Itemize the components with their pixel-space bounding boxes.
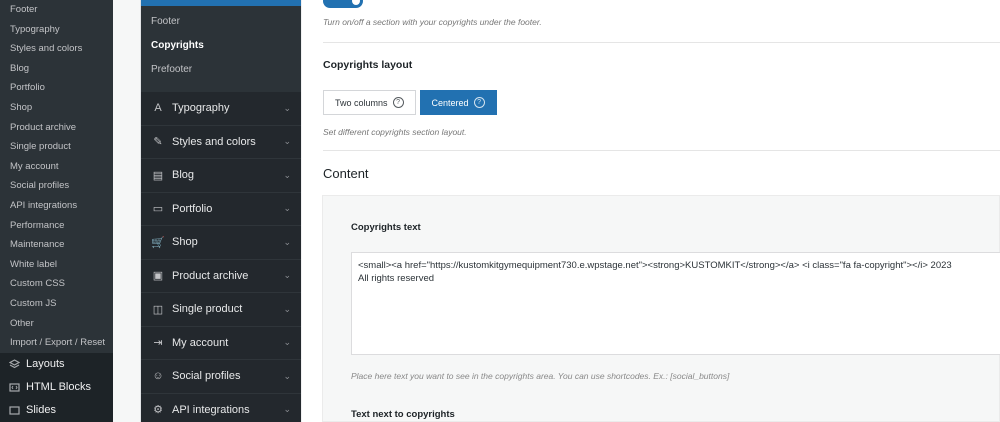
wp-sub-item[interactable]: White label: [0, 255, 113, 275]
chevron-down-icon[interactable]: ⌄: [283, 237, 291, 248]
chevron-down-icon[interactable]: ⌄: [283, 170, 291, 181]
layout-selector: Two columns ? Centered ?: [323, 90, 497, 115]
panel-item-label: API integrations: [172, 403, 250, 416]
theme-settings-panel: Footer Copyrights Prefooter A Typography ⌄…: [141, 0, 301, 422]
copyrights-text-label: Copyrights text: [351, 222, 421, 233]
briefcase-icon: ▭: [152, 203, 164, 216]
wp-sub-item[interactable]: Footer: [0, 0, 113, 20]
wp-sub-item[interactable]: Portfolio: [0, 78, 113, 98]
panel-item-product-archive[interactable]: ▣ Product archive ⌄: [141, 260, 301, 293]
textarea-line: All rights reserved: [358, 273, 435, 284]
panel-item-single-product[interactable]: ◫ Single product ⌄: [141, 293, 301, 327]
wp-sub-item[interactable]: Maintenance: [0, 235, 113, 255]
bag-icon: ◫: [152, 303, 164, 316]
wp-sub-item[interactable]: Import / Export / Reset: [0, 333, 113, 353]
chevron-down-icon[interactable]: ⌄: [283, 270, 291, 281]
html-blocks-icon: [8, 381, 20, 393]
panel-sub-item-prefooter[interactable]: Prefooter: [141, 58, 301, 82]
option-label: Centered: [431, 97, 469, 108]
content-heading: Content: [323, 166, 369, 181]
panel-item-api-integrations[interactable]: ⚙ API integrations ⌄: [141, 394, 301, 422]
wp-sub-item[interactable]: Performance: [0, 216, 113, 236]
copyrights-layout-title: Copyrights layout: [323, 59, 413, 71]
panel-item-label: Social profiles: [172, 370, 241, 383]
panel-item-typography[interactable]: A Typography ⌄: [141, 92, 301, 126]
archive-icon: ▣: [152, 270, 164, 283]
wp-menu-label: Slides: [26, 404, 56, 417]
wp-menu-slides[interactable]: Slides: [0, 399, 113, 422]
layout-option-two-columns[interactable]: Two columns ?: [323, 90, 416, 115]
panel-item-label: Shop: [172, 236, 198, 249]
wp-menu-html-blocks[interactable]: HTML Blocks: [0, 376, 113, 399]
wp-sub-item[interactable]: Blog: [0, 59, 113, 79]
layouts-icon: [8, 358, 20, 370]
wp-admin-sidebar: Footer Typography Styles and colors Blog…: [0, 0, 113, 422]
panel-item-label: Blog: [172, 169, 195, 182]
wp-sub-item[interactable]: My account: [0, 157, 113, 177]
account-icon: ⇥: [153, 337, 163, 350]
help-icon[interactable]: ?: [473, 97, 485, 108]
option-label: Two columns: [335, 97, 388, 108]
active-section-accent: [141, 0, 301, 6]
panel-item-social-profiles[interactable]: ☺ Social profiles ⌄: [141, 360, 301, 394]
slides-icon: [8, 404, 20, 416]
layout-description: Set different copyrights section layout.: [323, 127, 467, 137]
wp-sub-item[interactable]: Custom CSS: [0, 274, 113, 294]
wp-menu-layouts[interactable]: Layouts: [0, 353, 113, 376]
settings-content: Turn on/off a section with your copyrigh…: [302, 0, 1000, 422]
panel-item-label: My account: [172, 336, 229, 349]
panel-item-label: Typography: [172, 102, 230, 115]
help-icon[interactable]: ?: [392, 97, 404, 108]
wp-sub-item[interactable]: API integrations: [0, 196, 113, 216]
panel-sub-item-footer[interactable]: Footer: [141, 10, 301, 34]
wp-theme-submenu: Footer Typography Styles and colors Blog…: [0, 0, 113, 353]
toggle-description: Turn on/off a section with your copyrigh…: [323, 17, 542, 27]
copyrights-text-description: Place here text you want to see in the c…: [351, 371, 730, 381]
wp-menu-label: HTML Blocks: [26, 381, 91, 394]
panel-item-label: Portfolio: [172, 202, 213, 215]
chevron-down-icon[interactable]: ⌄: [283, 371, 291, 382]
panel-item-label: Product archive: [172, 269, 249, 282]
panel-item-portfolio[interactable]: ▭ Portfolio ⌄: [141, 193, 301, 226]
panel-item-label: Single product: [172, 303, 243, 316]
blog-icon: ▤: [152, 169, 164, 182]
sidebar-gutter: [113, 0, 141, 422]
panel-item-shop[interactable]: 🛒 Shop ⌄: [141, 226, 301, 260]
content-box: Copyrights text <small><a href="https://…: [322, 195, 1000, 422]
text-next-to-copyrights-label: Text next to copyrights: [351, 409, 455, 420]
chevron-down-icon[interactable]: ⌄: [283, 304, 291, 315]
panel-item-my-account[interactable]: ⇥ My account ⌄: [141, 327, 301, 360]
chevron-down-icon[interactable]: ⌄: [283, 136, 291, 147]
wp-sub-item[interactable]: Styles and colors: [0, 39, 113, 59]
copyrights-toggle[interactable]: [323, 0, 363, 8]
divider: [323, 42, 1000, 43]
footer-submenu: Footer Copyrights Prefooter: [141, 0, 301, 92]
wp-menu-label: Layouts: [26, 358, 65, 371]
panel-sub-item-copyrights[interactable]: Copyrights: [141, 34, 301, 58]
wp-sub-item[interactable]: Custom JS: [0, 294, 113, 314]
textarea-line: <small><a href="https://kustomkitgymequi…: [358, 260, 952, 271]
chevron-down-icon[interactable]: ⌄: [283, 203, 291, 214]
copyrights-text-input[interactable]: <small><a href="https://kustomkitgymequi…: [351, 252, 1000, 355]
chevron-down-icon[interactable]: ⌄: [283, 404, 291, 415]
layout-option-centered[interactable]: Centered ?: [419, 90, 497, 115]
wp-sub-item[interactable]: Shop: [0, 98, 113, 118]
wp-sub-item[interactable]: Typography: [0, 20, 113, 40]
social-icon: ☺: [152, 370, 164, 383]
typography-icon: A: [154, 102, 162, 115]
gear-icon: ⚙: [153, 404, 163, 417]
chevron-down-icon[interactable]: ⌄: [283, 103, 291, 114]
wp-sub-item[interactable]: Single product: [0, 137, 113, 157]
chevron-down-icon[interactable]: ⌄: [283, 337, 291, 348]
wp-sub-item[interactable]: Product archive: [0, 118, 113, 138]
panel-item-label: Styles and colors: [172, 135, 256, 148]
cart-icon: 🛒: [151, 236, 165, 249]
divider: [323, 150, 1000, 151]
brush-icon: ✎: [153, 136, 163, 149]
panel-item-styles-and-colors[interactable]: ✎ Styles and colors ⌄: [141, 126, 301, 159]
panel-item-blog[interactable]: ▤ Blog ⌄: [141, 159, 301, 193]
wp-sub-item[interactable]: Social profiles: [0, 176, 113, 196]
wp-sub-item[interactable]: Other: [0, 314, 113, 334]
